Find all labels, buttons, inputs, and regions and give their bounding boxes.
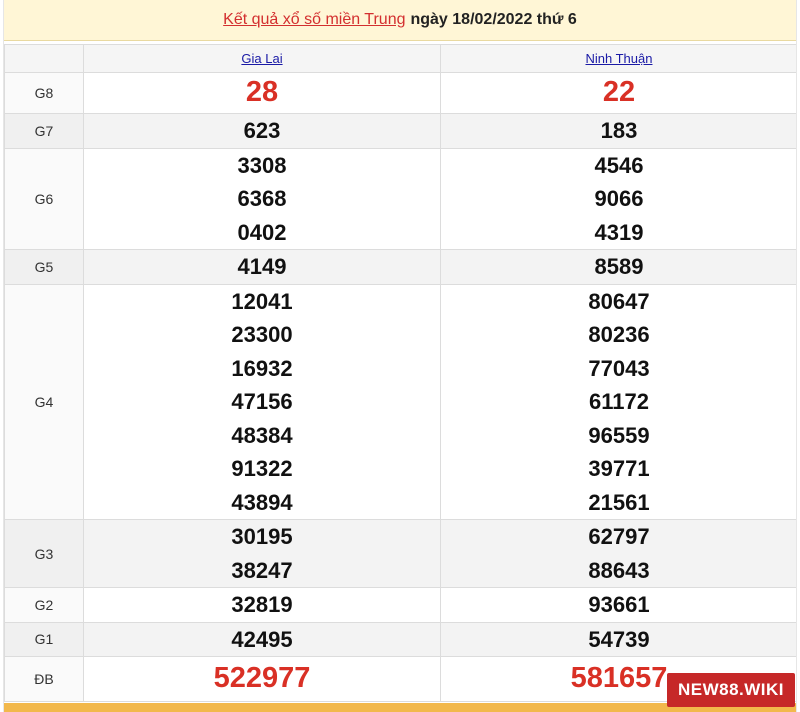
lottery-results-table: Gia Lai Ninh Thuận G8 28 22 G7 623 183 G6 3308 6… [4, 44, 796, 702]
winning-number: 47156 [231, 389, 293, 414]
prize-cell-ninh-thuan: 54739 [440, 621, 796, 657]
prize-cell-ninh-thuan: 4546 9066 4319 [440, 147, 796, 250]
prize-cell-gia-lai: 28 [83, 72, 441, 114]
province-link-gia-lai[interactable]: Gia Lai [241, 51, 282, 66]
winning-number: 183 [600, 118, 638, 143]
prize-row-g8: G8 28 22 [4, 72, 796, 114]
prize-label: G2 [4, 587, 84, 623]
prize-label: G7 [4, 113, 84, 149]
winning-number: 8589 [594, 254, 644, 279]
prize-cell-gia-lai: 3308 6368 0402 [83, 147, 441, 250]
winning-number: 93661 [588, 592, 650, 617]
prize-cell-gia-lai: 30195 38247 [83, 519, 441, 588]
winning-number: 16932 [231, 355, 293, 381]
winning-number: 62797 [588, 524, 650, 549]
winning-number: 77043 [588, 355, 650, 381]
prize-row-g4: G4 12041 23300 16932 47156 48384 91322 43894 806… [4, 283, 796, 520]
prize-row-g7: G7 623 183 [4, 113, 796, 149]
winning-number: 3308 [237, 152, 287, 178]
winning-number: 28 [245, 76, 279, 109]
winning-number: 42495 [231, 626, 293, 652]
prize-cell-ninh-thuan: 183 [440, 113, 796, 149]
winning-number: 6368 [237, 186, 287, 211]
winning-number: 43894 [231, 489, 293, 515]
prize-row-g6: G6 3308 6368 0402 4546 9066 4319 [4, 147, 796, 250]
prize-cell-gia-lai: 32819 [83, 587, 441, 623]
winning-number: 54739 [588, 626, 650, 652]
prize-cell-ninh-thuan: 80647 80236 77043 61172 96559 39771 21561 [440, 283, 796, 520]
prize-cell-gia-lai: 12041 23300 16932 47156 48384 91322 43894 [83, 283, 441, 520]
prize-cell-gia-lai: 4149 [83, 249, 441, 285]
winning-number: 9066 [594, 186, 644, 211]
province-header-gia-lai: Gia Lai [83, 44, 441, 73]
prize-label: ĐB [4, 656, 84, 702]
winning-number: 30195 [231, 524, 293, 549]
winning-number: 522977 [213, 662, 311, 695]
winning-number: 4546 [594, 152, 644, 178]
prize-label: G5 [4, 249, 84, 285]
winning-number: 48384 [231, 422, 293, 448]
prize-row-g5: G5 4149 8589 [4, 249, 796, 285]
winning-number: 96559 [588, 422, 650, 448]
winning-number: 38247 [231, 557, 293, 583]
winning-number: 12041 [231, 288, 293, 314]
prize-cell-ninh-thuan: 62797 88643 [440, 519, 796, 588]
winning-number: 4319 [594, 219, 644, 245]
winning-number: 0402 [237, 219, 287, 245]
results-body: G8 28 22 G7 623 183 G6 3308 6368 0402 4546 9066 4319… [4, 72, 796, 702]
prize-label: G3 [4, 519, 84, 588]
winning-number: 61172 [589, 389, 649, 414]
site-watermark-logo: NEW88.WIKI [667, 673, 795, 707]
province-link-ninh-thuan[interactable]: Ninh Thuận [586, 51, 653, 66]
prize-row-g1: G1 42495 54739 [4, 621, 796, 657]
prize-cell-gia-lai: 42495 [83, 621, 441, 657]
results-title-bar: Kết quả xổ số miền Trung ngày 18/02/2022… [4, 0, 796, 41]
region-results-link[interactable]: Kết quả xổ số miền Trung [223, 11, 405, 29]
winning-number: 80236 [588, 322, 650, 347]
prize-cell-ninh-thuan: 8589 [440, 249, 796, 285]
winning-number: 32819 [231, 592, 293, 617]
winning-number: 80647 [588, 288, 650, 314]
winning-number: 23300 [231, 322, 293, 347]
winning-number: 91322 [231, 456, 293, 481]
province-header-row: Gia Lai Ninh Thuận [4, 44, 796, 73]
prize-label: G4 [4, 283, 84, 520]
winning-number: 21561 [588, 489, 650, 515]
winning-number: 623 [243, 118, 281, 143]
winning-number: 22 [602, 76, 636, 109]
prize-label: G8 [4, 72, 84, 114]
prize-row-g2: G2 32819 93661 [4, 587, 796, 623]
prize-row-g3: G3 30195 38247 62797 88643 [4, 519, 796, 588]
prize-cell-ninh-thuan: 93661 [440, 587, 796, 623]
prize-cell-ninh-thuan: 22 [440, 72, 796, 114]
prize-cell-gia-lai: 623 [83, 113, 441, 149]
winning-number: 4149 [237, 254, 287, 279]
winning-number: 39771 [588, 456, 650, 481]
winning-number: 88643 [588, 557, 650, 583]
prize-label: G6 [4, 147, 84, 250]
prize-cell-gia-lai: 522977 [83, 656, 441, 702]
results-frame: Kết quả xổ số miền Trung ngày 18/02/2022… [3, 0, 797, 712]
header-corner-cell [4, 44, 84, 73]
prize-label: G1 [4, 621, 84, 657]
results-date: ngày 18/02/2022 thứ 6 [410, 11, 577, 28]
province-header-ninh-thuan: Ninh Thuận [440, 44, 796, 73]
